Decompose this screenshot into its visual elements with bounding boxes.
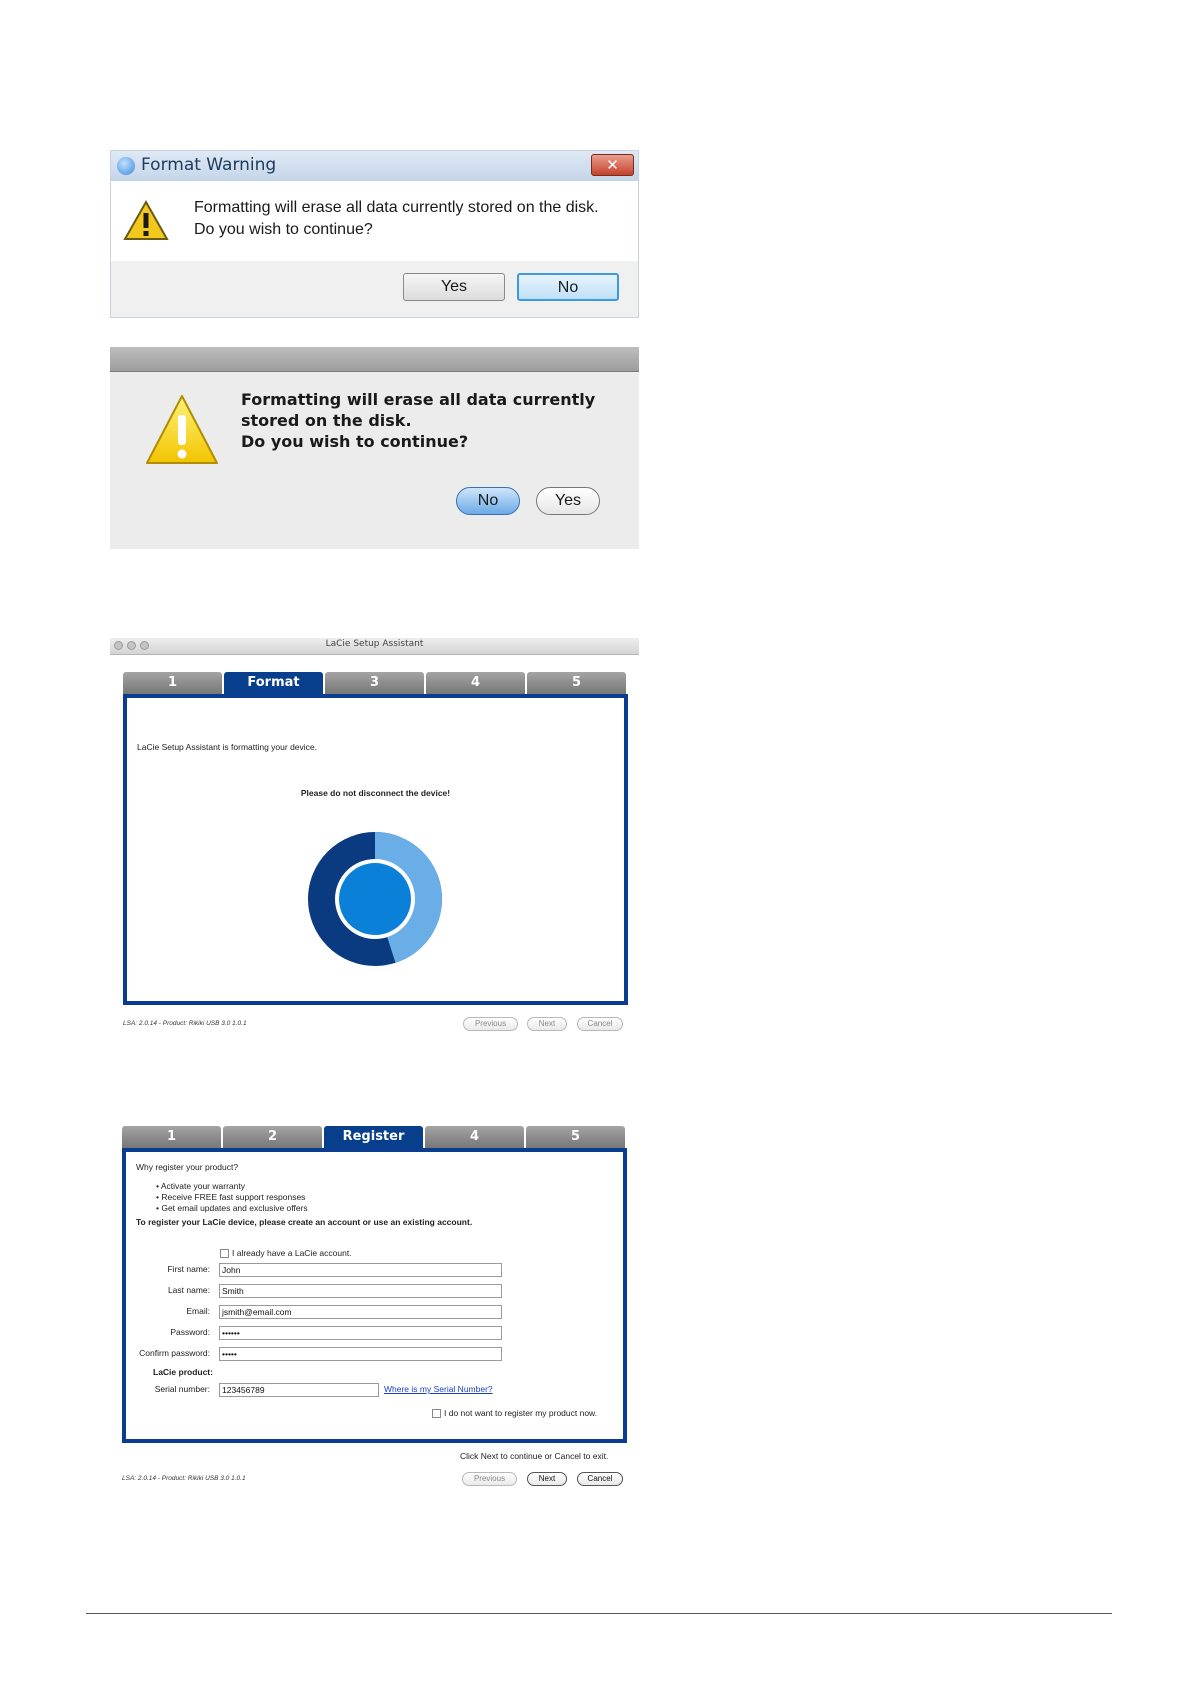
last-name-label: Last name:: [167, 1285, 210, 1295]
format-panel: LaCie Setup Assistant is formatting your…: [123, 694, 628, 1005]
warning-icon: [146, 395, 218, 464]
cancel-button[interactable]: Cancel: [577, 1472, 623, 1486]
windows-info-icon: [117, 157, 135, 175]
first-name-label: First name:: [167, 1264, 210, 1274]
serial-number-field[interactable]: 123456789: [219, 1383, 379, 1397]
skip-registration-checkbox[interactable]: [432, 1409, 441, 1418]
tab-step-4: 4: [425, 1126, 524, 1148]
already-have-account-label: I already have a LaCie account.: [232, 1248, 352, 1258]
why-register-heading: Why register your product?: [136, 1162, 239, 1172]
serial-number-help-link[interactable]: Where is my Serial Number?: [384, 1384, 493, 1394]
lacie-product-heading: LaCie product:: [153, 1367, 213, 1377]
register-panel: Why register your product? • Activate yo…: [122, 1148, 627, 1443]
version-text: LSA: 2.0.14 - Product: Rikiki USB 3.0 1.…: [122, 1475, 246, 1482]
password-label: Password:: [170, 1327, 210, 1337]
first-name-field[interactable]: John: [219, 1263, 502, 1277]
list-item: • Get email updates and exclusive offers: [156, 1203, 308, 1213]
dialog-title: Format Warning: [141, 155, 277, 175]
confirm-password-label: Confirm password:: [139, 1348, 210, 1358]
previous-button[interactable]: Previous: [463, 1017, 518, 1031]
step-tabs: 1 Format 3 4 5: [123, 672, 626, 694]
tab-step-1: 1: [123, 672, 222, 694]
windows-format-warning-dialog: Format Warning ✕ Formatting will erase a…: [110, 150, 639, 318]
tab-format: Format: [224, 672, 323, 694]
list-item-label: Get email updates and exclusive offers: [161, 1203, 308, 1213]
window-titlebar: LaCie Setup Assistant: [110, 638, 639, 655]
message-line: Formatting will erase all data currently…: [194, 199, 599, 216]
yes-button[interactable]: Yes: [403, 273, 505, 301]
password-field[interactable]: ••••••: [219, 1326, 502, 1340]
close-button[interactable]: ✕: [591, 154, 634, 176]
tab-step-3: 3: [325, 672, 424, 694]
register-instruction: To register your LaCie device, please cr…: [136, 1217, 473, 1227]
skip-registration-label: I do not want to register my product now…: [444, 1408, 598, 1418]
progress-center-disc: [339, 863, 411, 935]
cancel-button[interactable]: Cancel: [577, 1017, 623, 1031]
email-field[interactable]: jsmith@email.com: [219, 1305, 502, 1319]
dialog-message: Formatting will erase all data currently…: [241, 389, 595, 452]
serial-number-label: Serial number:: [154, 1384, 210, 1394]
version-text: LSA: 2.0.14 - Product: Rikiki USB 3.0 1.…: [123, 1020, 247, 1027]
dialog-body: Formatting will erase all data currently…: [111, 181, 638, 261]
yes-button[interactable]: Yes: [536, 487, 600, 515]
already-have-account-checkbox[interactable]: [220, 1249, 229, 1258]
confirm-password-field[interactable]: •••••: [219, 1347, 502, 1361]
message-line: stored on the disk.: [241, 411, 412, 430]
progress-ring: [308, 832, 442, 966]
next-button[interactable]: Next: [527, 1017, 567, 1031]
list-item: • Receive FREE fast support responses: [156, 1192, 306, 1202]
no-button[interactable]: No: [456, 487, 520, 515]
list-item-label: Receive FREE fast support responses: [161, 1192, 306, 1202]
dialog-titlebar: [110, 347, 639, 372]
list-item-label: Activate your warranty: [160, 1181, 245, 1191]
message-line: Formatting will erase all data currently: [241, 390, 596, 409]
tab-step-2: 2: [223, 1126, 322, 1148]
message-line: Do you wish to continue?: [241, 432, 469, 451]
tab-step-5: 5: [527, 672, 626, 694]
next-button[interactable]: Next: [527, 1472, 567, 1486]
list-item: • Activate your warranty: [156, 1181, 245, 1191]
page-divider: [86, 1613, 1112, 1614]
tab-register: Register: [324, 1126, 423, 1148]
message-line: Do you wish to continue?: [194, 221, 373, 238]
benefits-list: • Activate your warranty • Receive FREE …: [156, 1181, 308, 1214]
tab-step-5: 5: [526, 1126, 625, 1148]
click-next-hint: Click Next to continue or Cancel to exit…: [460, 1451, 609, 1461]
warning-icon: [123, 199, 169, 240]
dialog-titlebar: Format Warning ✕: [111, 151, 638, 181]
no-button[interactable]: No: [517, 273, 619, 301]
step-tabs: 1 2 Register 4 5: [122, 1126, 625, 1148]
email-label: Email:: [186, 1306, 210, 1316]
disconnect-warning: Please do not disconnect the device!: [300, 788, 451, 798]
tab-step-4: 4: [426, 672, 525, 694]
format-status-text: LaCie Setup Assistant is formatting your…: [137, 742, 318, 752]
mac-format-warning-dialog: Formatting will erase all data currently…: [110, 347, 639, 549]
previous-button[interactable]: Previous: [462, 1472, 517, 1486]
dialog-message: Formatting will erase all data currently…: [194, 197, 599, 241]
tab-step-1: 1: [122, 1126, 221, 1148]
window-title: LaCie Setup Assistant: [325, 639, 424, 649]
last-name-field[interactable]: Smith: [219, 1284, 502, 1298]
